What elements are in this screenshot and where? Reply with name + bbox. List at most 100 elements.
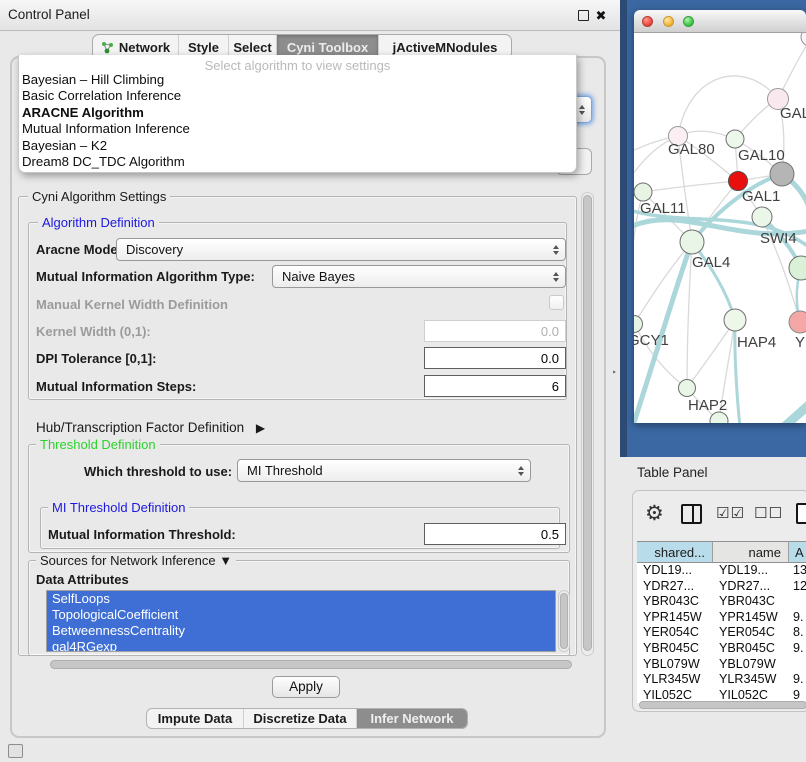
node-label: GAL80 xyxy=(668,141,715,158)
table-cell[interactable]: 8. xyxy=(789,625,806,641)
column-header[interactable]: A xyxy=(789,542,806,562)
table-cell[interactable]: YLR345W xyxy=(637,672,713,688)
table-row[interactable]: YER054CYER054C8. xyxy=(637,625,806,641)
dpi-tolerance-field[interactable] xyxy=(424,347,566,369)
table-cell[interactable]: YBL079W xyxy=(637,657,713,673)
table-row[interactable]: YBR045CYBR045C9. xyxy=(637,641,806,657)
algorithm-option[interactable]: Basic Correlation Inference xyxy=(19,88,576,104)
node-label: GAL4 xyxy=(692,254,730,271)
table-row[interactable]: YBL079WYBL079W xyxy=(637,657,806,673)
table-cell[interactable]: 9. xyxy=(789,641,806,657)
zoom-traffic-light-icon[interactable] xyxy=(683,16,694,27)
network-canvas[interactable]: GALGAL80GAL10GAL1GAL11SWI4GAL4GCY1HAP4YH… xyxy=(634,33,806,423)
algorithm-option[interactable]: Bayesian – Hill Climbing xyxy=(19,72,576,88)
close-icon[interactable]: ✖ xyxy=(594,8,608,23)
network-node-hap4[interactable] xyxy=(724,309,746,331)
horizontal-scrollbar[interactable] xyxy=(50,660,572,669)
table-cell[interactable]: YBR045C xyxy=(713,641,789,657)
table-cell[interactable]: YBR045C xyxy=(637,641,713,657)
algorithm-option[interactable]: Mutual Information Inference xyxy=(19,121,576,137)
table-cell[interactable]: YBR043C xyxy=(713,594,789,610)
network-node-salmon[interactable] xyxy=(789,311,806,333)
expand-arrow-icon[interactable]: ▶ xyxy=(256,421,265,435)
dpi-tolerance-label: DPI Tolerance [0,1]: xyxy=(36,351,156,366)
table-row[interactable]: YDL19...YDL19...13 xyxy=(637,563,806,579)
table-cell[interactable]: YBL079W xyxy=(713,657,789,673)
data-attributes-list[interactable]: SelfLoopsTopologicalCoefficientBetweenne… xyxy=(46,590,556,652)
attribute-item[interactable]: TopologicalCoefficient xyxy=(47,607,555,623)
hub-definition-toggle[interactable]: Hub/Transcription Factor Definition ▶ xyxy=(36,420,265,435)
algorithm-option[interactable]: Bayesian – K2 xyxy=(19,138,576,154)
checked-pair-icon[interactable]: ☑☑ xyxy=(716,504,745,522)
algorithm-option[interactable]: ARACNE Algorithm xyxy=(19,105,576,121)
list-scrollbar[interactable] xyxy=(558,590,570,652)
which-threshold-combo[interactable]: MI Threshold xyxy=(237,459,531,482)
table-cell[interactable]: YER054C xyxy=(637,625,713,641)
mi-steps-field[interactable] xyxy=(424,375,566,397)
attribute-item[interactable]: gal4RGexp xyxy=(47,639,555,652)
tab-impute-data[interactable]: Impute Data xyxy=(147,709,244,728)
tab-discretize-data[interactable]: Discretize Data xyxy=(244,709,357,728)
table-row[interactable]: YPR145WYPR145W9. xyxy=(637,610,806,626)
network-node-gray[interactable] xyxy=(770,162,794,186)
collapse-arrow-icon[interactable]: ▼ xyxy=(219,553,232,568)
network-node-hap2[interactable] xyxy=(679,380,696,397)
network-node-gal11[interactable] xyxy=(634,183,652,201)
table-row[interactable]: YDR27...YDR27...12 xyxy=(637,579,806,595)
dock-corner-icon[interactable] xyxy=(8,744,23,758)
network-node-swi4[interactable] xyxy=(752,207,772,227)
network-node-gcy1[interactable] xyxy=(634,316,643,333)
table-cell[interactable]: YER054C xyxy=(713,625,789,641)
network-window[interactable]: GALGAL80GAL10GAL1GAL11SWI4GAL4GCY1HAP4YH… xyxy=(634,10,806,423)
algorithm-option[interactable]: Dream8 DC_TDC Algorithm xyxy=(19,154,576,170)
table-cell[interactable]: YBR043C xyxy=(637,594,713,610)
spinner-down-icon xyxy=(553,278,559,282)
table-cell[interactable]: YDR27... xyxy=(637,579,713,595)
mi-algorithm-type-combo[interactable]: Naive Bayes xyxy=(272,265,566,288)
aracne-mode-combo[interactable]: Discovery xyxy=(116,238,566,261)
table-cell[interactable]: YDR27... xyxy=(713,579,789,595)
network-node-corner[interactable] xyxy=(801,33,806,46)
tab-infer-network[interactable]: Infer Network xyxy=(357,709,467,728)
manual-kernel-checkbox[interactable] xyxy=(549,295,564,310)
network-window-titlebar[interactable] xyxy=(634,10,806,33)
column-header[interactable]: name xyxy=(713,542,789,562)
table-row[interactable]: YLR345WYLR345W9. xyxy=(637,672,806,688)
table-cell[interactable]: YLR345W xyxy=(713,672,789,688)
table-horizontal-scrollbar[interactable] xyxy=(639,701,806,709)
table-cell[interactable]: 13 xyxy=(789,563,806,579)
table-cell[interactable]: 9. xyxy=(789,672,806,688)
table-cell[interactable]: YDL19... xyxy=(637,563,713,579)
table-cell[interactable]: 9. xyxy=(789,610,806,626)
desktop-edge-strip xyxy=(620,0,627,457)
table-cell[interactable]: YPR145W xyxy=(713,610,789,626)
table-row[interactable]: YBR043CYBR043C xyxy=(637,594,806,610)
table-cell[interactable]: YDL19... xyxy=(713,563,789,579)
close-traffic-light-icon[interactable] xyxy=(642,16,653,27)
apply-button[interactable]: Apply xyxy=(272,676,340,698)
tab-label: Style xyxy=(188,40,219,55)
float-window-icon[interactable] xyxy=(578,10,589,21)
minimize-traffic-light-icon[interactable] xyxy=(663,16,674,27)
network-node-gal10[interactable] xyxy=(726,130,744,148)
table-cell[interactable]: YPR145W xyxy=(637,610,713,626)
attribute-item[interactable]: BetweennessCentrality xyxy=(47,623,555,639)
columns-icon[interactable] xyxy=(681,504,702,524)
combo-value: MI Threshold xyxy=(247,463,323,478)
table-cell[interactable] xyxy=(789,594,806,610)
table-cell[interactable] xyxy=(789,657,806,673)
unchecked-pair-icon[interactable]: ☐☐ xyxy=(754,504,783,522)
network-node-green-r[interactable] xyxy=(789,256,806,280)
aracne-mode-label: Aracne Mode: xyxy=(36,242,122,257)
kernel-width-field[interactable] xyxy=(424,320,566,342)
attribute-item[interactable]: SelfLoops xyxy=(47,591,555,607)
column-header[interactable]: shared... xyxy=(637,542,713,562)
table-cell[interactable]: 12 xyxy=(789,579,806,595)
mi-threshold-field[interactable] xyxy=(424,523,566,545)
gear-icon[interactable]: ⚙ xyxy=(645,501,664,526)
network-node-gal4[interactable] xyxy=(680,230,704,254)
tab-label: Impute Data xyxy=(158,711,232,726)
panel-resize-handle[interactable]: ‣ xyxy=(612,368,618,378)
partial-icon[interactable] xyxy=(796,503,806,524)
vertical-scrollbar[interactable] xyxy=(581,192,594,656)
